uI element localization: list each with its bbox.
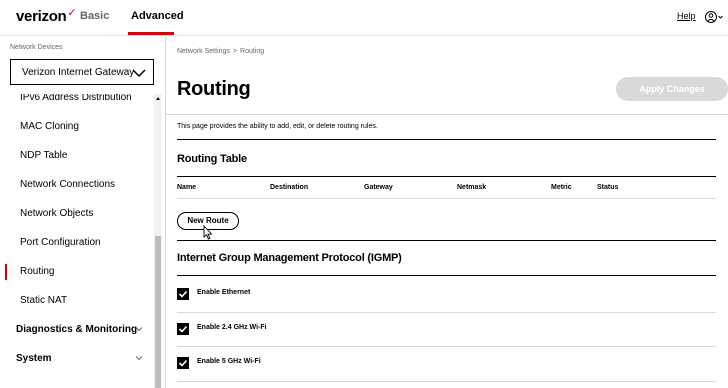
enable-ethernet-checkbox[interactable]: [177, 288, 189, 300]
igmp-section-title: Internet Group Management Protocol (IGMP…: [177, 252, 402, 264]
logo-text: verizon: [16, 8, 67, 25]
sidebar-item-static-nat[interactable]: Static NAT: [0, 287, 152, 316]
apply-changes-button[interactable]: Apply Changes: [616, 77, 728, 101]
user-circle-icon: [705, 11, 723, 23]
help-link[interactable]: Help: [677, 11, 696, 21]
table-header-divider: [177, 198, 716, 199]
tab-advanced[interactable]: Advanced: [131, 10, 184, 22]
checkbox-label: Enable 2.4 GHz Wi-Fi: [197, 324, 267, 331]
user-menu-button[interactable]: [704, 9, 724, 25]
column-header-netmask: Netmask: [457, 184, 487, 191]
title-divider: [166, 114, 728, 115]
igmp-option-wifi-24[interactable]: Enable 2.4 GHz Wi-Fi: [177, 319, 717, 343]
routing-table-title: Routing Table: [177, 153, 247, 165]
chevron-down-icon: [135, 327, 143, 332]
sidebar-item-label: Routing: [20, 266, 55, 277]
sidebar-item-routing[interactable]: Routing: [0, 258, 152, 287]
row-divider: [177, 381, 716, 382]
sidebar-item-network-connections[interactable]: Network Connections: [0, 171, 152, 200]
sidebar-item-mac-cloning[interactable]: MAC Cloning: [0, 113, 152, 142]
sidebar-nav-list: IPv6 Address Distribution MAC Cloning ND…: [0, 94, 152, 388]
column-header-metric: Metric: [551, 184, 572, 191]
page-description: This page provides the ability to add, e…: [177, 123, 378, 130]
scroll-up-arrow-icon[interactable]: [155, 94, 161, 102]
enable-5ghz-wifi-checkbox[interactable]: [177, 357, 189, 369]
checkbox-label: Enable Ethernet: [197, 289, 251, 296]
sidebar-item-label: MAC Cloning: [20, 121, 79, 132]
sidebar-section-label: System: [16, 353, 52, 364]
sidebar-scrollbar-thumb[interactable]: [155, 236, 161, 388]
sidebar-item-label: Network Objects: [20, 208, 94, 219]
sidebar-heading: Network Devices: [10, 44, 63, 51]
mouse-pointer-icon: [203, 225, 213, 240]
row-divider: [177, 346, 716, 347]
section-divider: [177, 275, 716, 276]
sidebar-item-label: Static NAT: [20, 295, 68, 306]
device-select-value: Verizon Internet Gateway: [22, 67, 135, 78]
sidebar-section-system[interactable]: System: [0, 345, 152, 374]
checkmark-icon: [178, 325, 188, 333]
top-bar: verizon✓ Basic Advanced Help: [0, 0, 728, 36]
checkmark-icon: [178, 290, 188, 298]
sidebar-item-label: Port Configuration: [20, 237, 101, 248]
section-divider: [177, 240, 716, 241]
sidebar-section-label: Diagnostics & Monitoring: [16, 324, 138, 335]
logo-check-mark: ✓: [67, 7, 77, 19]
sidebar-item-ndp-table[interactable]: NDP Table: [0, 142, 152, 171]
breadcrumb-item-network-settings[interactable]: Network Settings: [177, 48, 230, 55]
sidebar-item-ipv6-address-distribution[interactable]: IPv6 Address Distribution: [0, 94, 152, 113]
sidebar-item-label: IPv6 Address Distribution: [20, 94, 132, 103]
checkmark-icon: [178, 359, 188, 367]
tab-basic[interactable]: Basic: [80, 10, 109, 22]
sidebar: Network Devices Verizon Internet Gateway…: [0, 36, 166, 388]
chevron-down-icon: [132, 69, 146, 78]
chevron-down-icon: [135, 356, 143, 361]
breadcrumb-item-routing: Routing: [240, 48, 265, 55]
column-header-gateway: Gateway: [364, 184, 393, 191]
device-select[interactable]: Verizon Internet Gateway: [10, 59, 154, 85]
section-divider: [177, 176, 716, 177]
sidebar-item-network-objects[interactable]: Network Objects: [0, 200, 152, 229]
column-header-destination: Destination: [270, 184, 309, 191]
sidebar-item-label: NDP Table: [20, 150, 68, 161]
checkbox-label: Enable 5 GHz Wi-Fi: [197, 358, 261, 365]
page-title: Routing: [177, 78, 251, 100]
active-item-indicator: [5, 264, 7, 280]
section-divider: [177, 139, 716, 140]
igmp-option-wifi-5[interactable]: Enable 5 GHz Wi-Fi: [177, 353, 717, 377]
breadcrumb: Network Settings > Routing: [177, 48, 264, 55]
sidebar-section-diagnostics-monitoring[interactable]: Diagnostics & Monitoring: [0, 316, 152, 345]
sidebar-item-label: Network Connections: [20, 179, 116, 190]
row-divider: [177, 312, 716, 313]
enable-2-4ghz-wifi-checkbox[interactable]: [177, 323, 189, 335]
breadcrumb-separator: >: [232, 48, 238, 55]
column-header-status: Status: [597, 184, 619, 191]
verizon-logo[interactable]: verizon✓: [16, 7, 77, 25]
sidebar-item-port-configuration[interactable]: Port Configuration: [0, 229, 152, 258]
igmp-option-ethernet[interactable]: Enable Ethernet: [177, 284, 717, 308]
column-header-name: Name: [177, 184, 197, 191]
